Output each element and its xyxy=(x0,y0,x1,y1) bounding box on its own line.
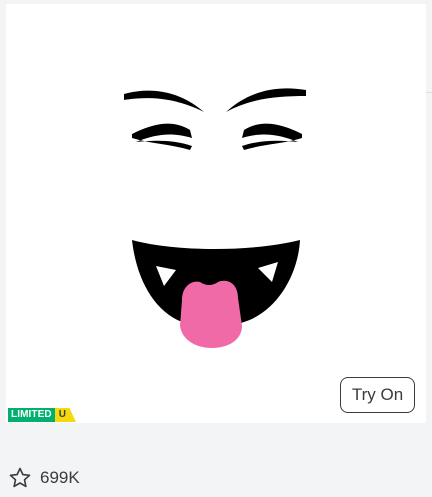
try-on-button[interactable]: Try On xyxy=(340,377,415,413)
item-thumbnail: Try On LIMITED U xyxy=(6,4,426,423)
tongue xyxy=(180,280,242,348)
limited-unique-badge: LIMITED U xyxy=(8,408,76,422)
right-eyebrow xyxy=(226,88,306,112)
left-eye xyxy=(132,123,192,150)
limited-label: LIMITED xyxy=(8,408,55,422)
star-outline-icon[interactable] xyxy=(8,466,32,490)
favorite-row: 699K xyxy=(8,466,80,490)
favorite-count: 699K xyxy=(40,468,80,487)
face-artwork xyxy=(124,88,306,348)
unique-label: U xyxy=(54,408,76,422)
left-eyebrow xyxy=(124,90,204,112)
right-eye xyxy=(242,123,302,150)
divider xyxy=(426,92,432,93)
